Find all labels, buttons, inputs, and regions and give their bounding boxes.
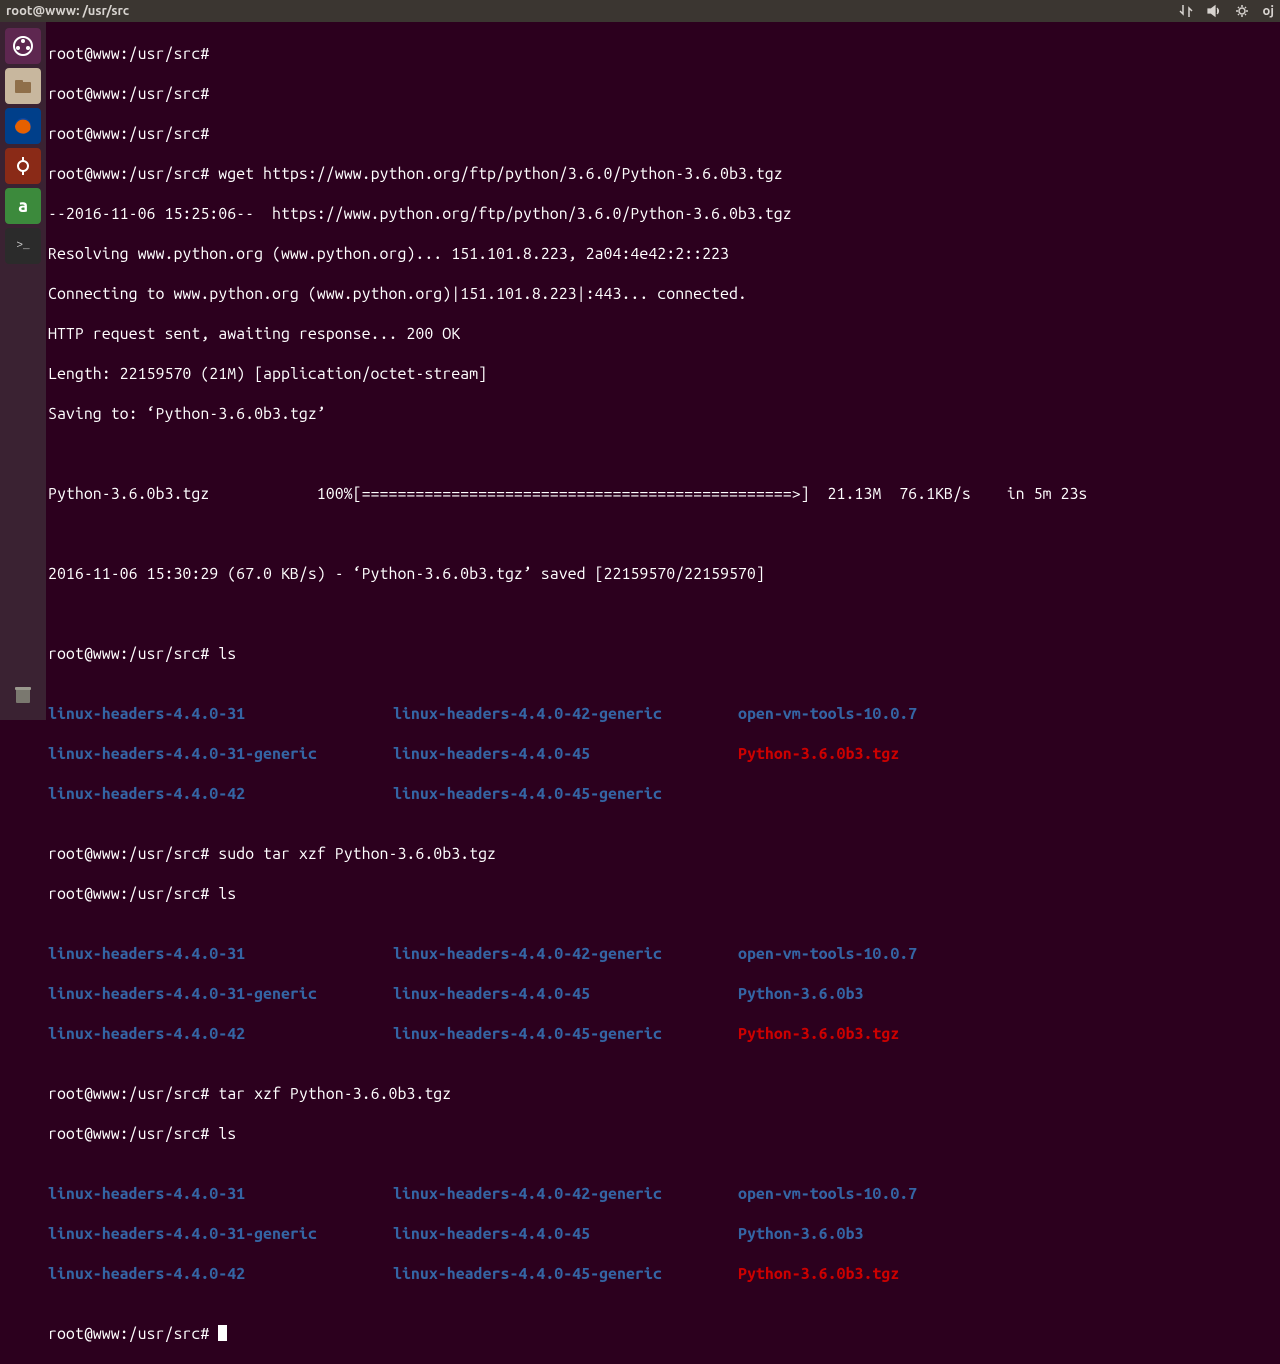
ls-output: linux-headers-4.4.0-31linux-headers-4.4.… [48, 924, 1278, 1064]
software-icon[interactable] [5, 148, 41, 184]
prompt: root@www:/usr/src# [48, 125, 209, 143]
ls-dir: linux-headers-4.4.0-42-generic [393, 944, 738, 964]
prompt: root@www:/usr/src# [48, 645, 209, 663]
ls-dir: linux-headers-4.4.0-31-generic [48, 744, 393, 764]
prompt: root@www:/usr/src# [48, 1125, 209, 1143]
terminal-icon[interactable]: >_ [5, 228, 41, 264]
amazon-icon[interactable]: a [5, 188, 41, 224]
ls-output: linux-headers-4.4.0-31linux-headers-4.4.… [48, 1164, 1278, 1304]
ls-archive: Python-3.6.0b3.tgz [738, 1024, 899, 1044]
wget-out: --2016-11-06 15:25:06-- https://www.pyth… [48, 204, 1278, 224]
window-title: root@www: /usr/src [6, 4, 1179, 18]
wget-out: Connecting to www.python.org (www.python… [48, 284, 1278, 304]
ls-dir: linux-headers-4.4.0-31 [48, 944, 393, 964]
cmd-tar: tar xzf Python-3.6.0b3.tgz [218, 1085, 451, 1103]
prompt: root@www:/usr/src# [48, 45, 209, 63]
prompt: root@www:/usr/src# [48, 845, 209, 863]
ls-dir: Python-3.6.0b3 [738, 984, 863, 1004]
wget-out: 2016-11-06 15:30:29 (67.0 KB/s) - ‘Pytho… [48, 564, 1278, 584]
files-icon[interactable] [5, 68, 41, 104]
wget-out: Saving to: ‘Python-3.6.0b3.tgz’ [48, 404, 1278, 424]
prompt: root@www:/usr/src# [48, 885, 209, 903]
ls-dir: linux-headers-4.4.0-45-generic [393, 784, 738, 804]
ls-dir: open-vm-tools-10.0.7 [738, 944, 917, 964]
terminal-output[interactable]: root@www:/usr/src# root@www:/usr/src# ro… [46, 22, 1280, 720]
ls-dir: linux-headers-4.4.0-45 [393, 744, 738, 764]
prompt: root@www:/usr/src# [48, 85, 209, 103]
sound-icon[interactable] [1207, 4, 1221, 18]
ls-dir: linux-headers-4.4.0-42-generic [393, 1184, 738, 1204]
cmd-ls: ls [218, 1125, 236, 1143]
ls-dir: linux-headers-4.4.0-45 [393, 1224, 738, 1244]
ls-output: linux-headers-4.4.0-31linux-headers-4.4.… [48, 684, 1278, 824]
wget-out: Length: 22159570 (21M) [application/octe… [48, 364, 1278, 384]
unity-launcher: a >_ [0, 22, 46, 720]
ls-dir: linux-headers-4.4.0-42-generic [393, 704, 738, 724]
ls-dir: linux-headers-4.4.0-45-generic [393, 1264, 738, 1284]
dash-icon[interactable] [5, 28, 41, 64]
wget-progress: Python-3.6.0b3.tgz 100%[================… [48, 484, 1278, 504]
system-tray: oj [1179, 4, 1274, 18]
ls-dir: linux-headers-4.4.0-42 [48, 1024, 393, 1044]
ls-dir: linux-headers-4.4.0-31-generic [48, 1224, 393, 1244]
network-icon[interactable] [1179, 4, 1193, 18]
ls-dir: linux-headers-4.4.0-42 [48, 1264, 393, 1284]
prompt: root@www:/usr/src# [48, 1085, 209, 1103]
ls-dir: linux-headers-4.4.0-31 [48, 1184, 393, 1204]
top-panel: root@www: /usr/src oj [0, 0, 1280, 22]
ls-dir: linux-headers-4.4.0-31 [48, 704, 393, 724]
ls-archive: Python-3.6.0b3.tgz [738, 1264, 899, 1284]
ls-dir: open-vm-tools-10.0.7 [738, 704, 917, 724]
gear-icon[interactable] [1235, 4, 1249, 18]
ls-dir: Python-3.6.0b3 [738, 1224, 863, 1244]
ls-dir: linux-headers-4.4.0-42 [48, 784, 393, 804]
wget-out: HTTP request sent, awaiting response... … [48, 324, 1278, 344]
cmd-sudotar: sudo tar xzf Python-3.6.0b3.tgz [218, 845, 496, 863]
user-label[interactable]: oj [1263, 4, 1274, 18]
cmd-wget: wget https://www.python.org/ftp/python/3… [218, 165, 782, 183]
wget-out: Resolving www.python.org (www.python.org… [48, 244, 1278, 264]
ls-archive: Python-3.6.0b3.tgz [738, 744, 899, 764]
trash-icon[interactable] [5, 676, 41, 712]
cmd-ls: ls [218, 645, 236, 663]
prompt: root@www:/usr/src# [48, 165, 209, 183]
ls-dir: linux-headers-4.4.0-31-generic [48, 984, 393, 1004]
ls-dir: linux-headers-4.4.0-45-generic [393, 1024, 738, 1044]
cmd-ls: ls [218, 885, 236, 903]
ls-dir: open-vm-tools-10.0.7 [738, 1184, 917, 1204]
prompt: root@www:/usr/src# [48, 1325, 209, 1343]
ls-dir: linux-headers-4.4.0-45 [393, 984, 738, 1004]
cursor [218, 1325, 227, 1341]
firefox-icon[interactable] [5, 108, 41, 144]
